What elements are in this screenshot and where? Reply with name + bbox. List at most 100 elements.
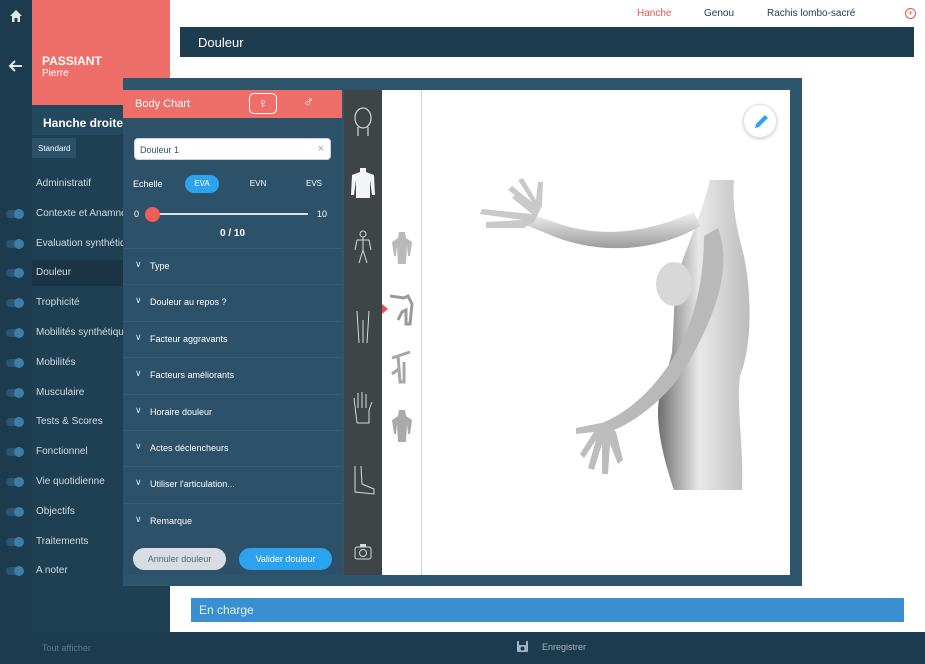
hand-view-icon[interactable] <box>350 390 376 424</box>
sidebar-item-label: Douleur <box>36 267 72 279</box>
clear-icon[interactable]: × <box>318 143 324 155</box>
save-icon[interactable] <box>516 640 529 653</box>
accordion-section[interactable]: ∨ Utiliser l'articulation... <box>123 466 342 502</box>
section-toggle[interactable] <box>6 387 24 398</box>
slider-max-label: 10 <box>317 209 328 219</box>
pose-back-thumbnail[interactable] <box>388 408 416 444</box>
body-canvas[interactable] <box>382 90 790 575</box>
body-chart-modal: Body Chart ♀ ♂ Douleur 1 × Echelle EVA E… <box>123 78 802 586</box>
pose-arm-raised-thumbnail[interactable] <box>388 348 416 384</box>
chevron-down-icon: ∨ <box>135 513 142 524</box>
foot-view-icon[interactable] <box>350 464 376 498</box>
sidebar-item-label: Fonctionnel <box>36 446 88 458</box>
sidebar-item-label: Tests & Scores <box>36 416 103 428</box>
scale-evn-button[interactable]: EVN <box>241 175 275 193</box>
pencil-icon <box>755 115 768 128</box>
accordion-section[interactable]: ∨ Horaire douleur <box>123 393 342 430</box>
panel-header: Body Chart ♀ ♂ <box>123 90 342 118</box>
section-toggle[interactable] <box>6 506 24 517</box>
bottom-bar: Tout afficher Enregistrer <box>0 632 925 664</box>
section-toggle[interactable] <box>6 328 24 338</box>
home-icon[interactable] <box>8 8 24 24</box>
scale-eva-button[interactable]: EVA <box>185 175 219 193</box>
torso-view-icon[interactable] <box>350 166 376 200</box>
accordion-section[interactable]: ∨ Facteurs améliorants <box>123 357 342 393</box>
pose-thumbnails <box>382 90 422 575</box>
scale-label: Echelle <box>133 179 163 189</box>
male-icon[interactable]: ♂ <box>303 94 314 111</box>
pain-slider-track[interactable] <box>151 213 308 215</box>
charge-bar[interactable]: En charge <box>191 598 904 622</box>
panel-title: Body Chart <box>135 98 191 110</box>
female-icon[interactable]: ♀ <box>249 93 277 114</box>
leg-view-icon[interactable] <box>350 310 376 344</box>
accordion-section[interactable]: ∨ Type <box>123 248 342 284</box>
show-all-toggle-label[interactable]: Tout afficher <box>42 643 91 653</box>
tab-standard[interactable]: Standard <box>32 138 76 158</box>
chevron-down-icon: ∨ <box>135 259 142 269</box>
accordion-label: Actes déclencheurs <box>150 443 229 453</box>
body-3d-figure <box>480 178 750 490</box>
sidebar-item-label: A noter <box>36 565 68 577</box>
chevron-down-icon: ∨ <box>135 331 142 342</box>
camera-icon[interactable] <box>350 536 376 570</box>
joint-tab[interactable]: Genou <box>704 8 734 19</box>
pain-slider-value: 0 / 10 <box>219 228 246 239</box>
accordion-label: Type <box>150 261 170 271</box>
section-toggle[interactable] <box>6 238 24 249</box>
accordion-section[interactable]: ∨ Douleur au repos ? <box>123 284 342 320</box>
pose-side-arm-thumbnail[interactable] <box>388 290 416 326</box>
patient-last-name: PASSIANT <box>42 54 102 68</box>
section-toggle[interactable] <box>6 268 24 279</box>
chevron-down-icon: ∨ <box>135 477 142 488</box>
accordion-label: Douleur au repos ? <box>150 297 227 308</box>
sidebar-item-label: Administratif <box>36 178 92 189</box>
section-header: Douleur <box>180 27 914 57</box>
view-selector <box>344 90 382 575</box>
pain-slider-thumb[interactable] <box>145 207 160 222</box>
pain-name-input[interactable]: Douleur 1 × <box>134 138 331 160</box>
accordion-label: Horaire douleur <box>150 406 213 417</box>
save-button[interactable]: Enregistrer <box>542 642 586 652</box>
plus-circle-icon[interactable]: + <box>905 8 916 19</box>
section-toggle[interactable] <box>6 208 24 219</box>
patient-first-name: Pierre <box>42 68 69 79</box>
chevron-down-icon: ∨ <box>135 404 142 415</box>
slider-min-label: 0 <box>134 209 140 219</box>
accordion-label: Facteurs améliorants <box>150 370 235 381</box>
section-toggle[interactable] <box>6 298 24 309</box>
accordion-section[interactable]: ∨ Actes déclencheurs <box>123 430 342 466</box>
joint-tab[interactable]: Hanche <box>637 8 671 19</box>
joint-tab[interactable]: Rachis lombo-sacré <box>767 8 855 19</box>
accordion-section[interactable]: ∨ Remarque <box>123 502 342 539</box>
section-toggle[interactable] <box>6 536 24 547</box>
back-arrow-icon[interactable] <box>8 58 24 74</box>
sidebar-item-label: Traitements <box>36 535 89 547</box>
full-body-view-icon[interactable] <box>350 230 376 264</box>
sidebar-item-label: Evaluation synthétique <box>36 237 137 249</box>
edit-drawing-button[interactable] <box>743 104 777 138</box>
chevron-down-icon: ∨ <box>135 441 142 451</box>
section-toggle[interactable] <box>6 357 24 368</box>
section-toggle[interactable] <box>6 447 24 458</box>
sidebar-item-label: Mobilités synthétiques <box>36 327 135 338</box>
accordion-label: Facteur aggravants <box>150 333 228 344</box>
sidebar-item-label: Mobilités <box>36 356 76 368</box>
chevron-down-icon: ∨ <box>135 295 142 306</box>
sidebar-item-label: Vie quotidienne <box>36 476 105 487</box>
section-toggle[interactable] <box>6 477 24 487</box>
cancel-pain-button[interactable]: Annuler douleur <box>133 548 226 570</box>
section-toggle[interactable] <box>6 417 24 428</box>
accordion-label: Remarque <box>150 515 193 526</box>
section-toggle[interactable] <box>6 566 24 577</box>
sidebar-item-label: Trophicité <box>36 297 80 309</box>
scale-evs-button[interactable]: EVS <box>297 175 331 193</box>
head-view-icon[interactable] <box>350 104 376 138</box>
validate-pain-button[interactable]: Valider douleur <box>239 548 332 570</box>
accordion-section[interactable]: ∨ Facteur aggravants <box>123 320 342 357</box>
selected-pose-marker <box>382 304 388 314</box>
sidebar-item-label: Musculaire <box>36 386 85 398</box>
sidebar-item-label: Objectifs <box>36 505 75 517</box>
pose-front-thumbnail[interactable] <box>388 230 416 266</box>
pain-panel: Body Chart ♀ ♂ Douleur 1 × Echelle EVA E… <box>123 90 342 575</box>
